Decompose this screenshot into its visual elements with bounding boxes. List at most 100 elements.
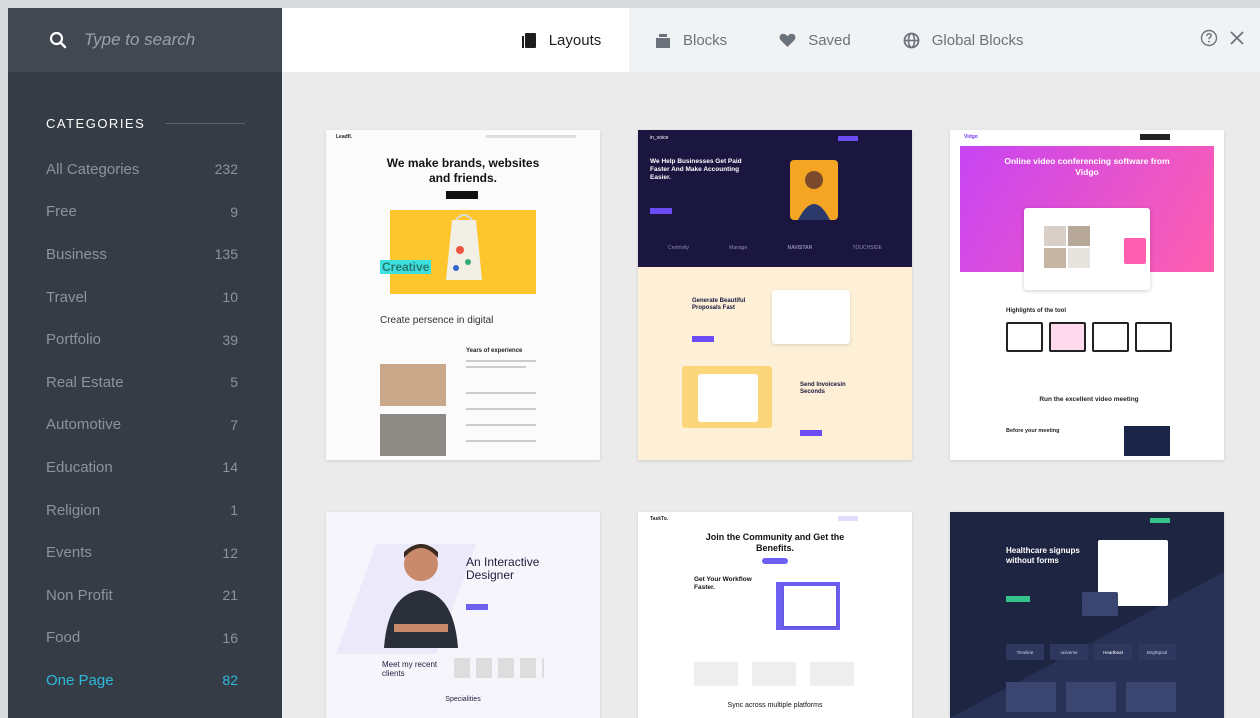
side-panel [1124, 238, 1146, 264]
nav-button [1140, 134, 1170, 140]
heart-icon [779, 33, 796, 48]
categories-title: CATEGORIES [46, 116, 146, 131]
tab-global-blocks-label: Global Blocks [931, 31, 1024, 49]
category-name: Travel [46, 288, 88, 306]
search-bar [8, 8, 282, 72]
cta-button-preview [466, 604, 488, 610]
category-name: Business [46, 245, 107, 263]
cta-button-preview [446, 191, 478, 199]
card-headline: Healthcare signups without forms [1006, 546, 1080, 565]
feature-2-button [800, 430, 822, 436]
layout-card-vidgo[interactable]: Vidgo Online video conferencing software… [950, 130, 1224, 460]
card-logo: Leadfl. [336, 134, 353, 140]
tab-layouts-label: Layouts [548, 31, 602, 49]
layout-card-healthcare[interactable]: Healthcare signups without forms Timelin… [950, 512, 1224, 718]
feature-1-button [692, 336, 714, 342]
team-photo-2 [380, 414, 446, 456]
categories-heading: CATEGORIES [46, 116, 246, 131]
category-count: 39 [222, 331, 238, 348]
category-item[interactable]: One Page 82 [8, 659, 282, 702]
video-tile [1044, 226, 1066, 246]
feature-icon [1006, 322, 1043, 352]
layout-card-invoice[interactable]: in_voice We Help Businesses Get Paid Fas… [638, 130, 912, 460]
workflow-heading: Get Your Workflow Faster. [694, 576, 752, 591]
category-list: All Categories 232 Free 9 Business 135 Travel 1… [8, 148, 282, 702]
search-input[interactable] [84, 30, 264, 50]
category-count: 16 [222, 629, 238, 646]
category-count: 9 [230, 203, 238, 220]
feature-icon [1135, 322, 1172, 352]
tab-blocks[interactable]: Blocks [629, 8, 754, 72]
divider [165, 123, 246, 124]
category-item[interactable]: Food 16 [8, 617, 282, 660]
workflow-mockup [784, 586, 836, 626]
feature-1-mockup [772, 290, 850, 344]
category-item[interactable]: Portfolio 39 [8, 318, 282, 361]
category-count: 5 [230, 374, 238, 391]
brand-touchside: TOUCHSIDE [852, 245, 882, 251]
hero-image [390, 210, 536, 294]
text-line [466, 408, 536, 410]
card-headline: An Interactive Designer [466, 555, 540, 582]
nav-button [838, 516, 858, 521]
category-count: 7 [230, 416, 238, 433]
tab-saved[interactable]: Saved [753, 8, 877, 72]
category-item[interactable]: Religion 1 [8, 489, 282, 532]
category-name: Real Estate [46, 373, 124, 391]
blocks-icon [655, 33, 671, 48]
tab-global-blocks[interactable]: Global Blocks [876, 8, 1050, 72]
video-tile [1068, 226, 1090, 246]
top-icons [1200, 8, 1246, 72]
testimonials [694, 662, 854, 686]
category-name: Portfolio [46, 331, 102, 349]
category-name: One Page [46, 671, 114, 689]
category-count: 21 [222, 587, 238, 604]
card-headline: Online video conferencing software from … [1004, 156, 1170, 177]
category-item[interactable]: Real Estate 5 [8, 361, 282, 404]
category-count: 10 [222, 289, 238, 306]
category-count: 135 [214, 246, 238, 263]
nav-lines [486, 135, 576, 138]
category-name: Education [46, 458, 113, 476]
feature-2-mockup [698, 374, 758, 422]
category-name: Events [46, 544, 92, 562]
brand-timeline: Timeline [1006, 644, 1044, 660]
specialities-heading: Specialities [445, 696, 481, 703]
layout-card-leadfl[interactable]: Leadfl. We make brands, websites and fri… [326, 130, 600, 460]
text-line [466, 366, 526, 368]
hero-photo [790, 160, 838, 220]
highlights-heading: Highlights of the tool [1006, 308, 1066, 314]
creative-label: Creative [380, 260, 432, 274]
tab-layouts[interactable]: Layouts [493, 8, 629, 72]
layout-card-designer[interactable]: An Interactive Designer Meet my recent c… [326, 512, 600, 718]
category-item[interactable]: Automotive 7 [8, 404, 282, 447]
top-bar: Layouts Blocks Saved Global Blocks [282, 8, 1260, 72]
layouts-grid: Leadfl. We make brands, websites and fri… [282, 72, 1260, 718]
brand-manage: Manage [729, 245, 748, 251]
category-item[interactable]: All Categories 232 [8, 148, 282, 191]
category-item[interactable]: Free 9 [8, 191, 282, 234]
category-item[interactable]: Business 135 [8, 233, 282, 276]
layout-card-taskto[interactable]: TaskTo. Join the Community and Get the B… [638, 512, 912, 718]
feature-icon [1092, 322, 1129, 352]
brand-centrivity: Centrivity [668, 245, 689, 251]
help-icon[interactable] [1200, 29, 1218, 52]
category-item[interactable]: Education 14 [8, 446, 282, 489]
category-item[interactable]: Events 12 [8, 531, 282, 574]
cta-button-preview [1006, 596, 1030, 602]
sync-heading: Sync across multiple platforms [727, 702, 823, 709]
feature-1-title: Generate Beautiful Proposals Fast [692, 298, 746, 311]
video-tile [1044, 248, 1066, 268]
nav-button [838, 136, 858, 141]
card-headline: We make brands, websites and friends. [386, 156, 540, 185]
brand-row: Timeline universe Heartbeat Brightpool [1006, 644, 1176, 660]
text-line [466, 392, 536, 394]
category-name: Automotive [46, 416, 122, 434]
category-item[interactable]: Travel 10 [8, 276, 282, 319]
nav-button [1150, 518, 1170, 523]
category-count: 12 [222, 544, 238, 561]
tab-saved-label: Saved [808, 31, 851, 49]
category-item[interactable]: Non Profit 21 [8, 574, 282, 617]
close-icon[interactable] [1228, 29, 1246, 52]
card-headline: We Help Businesses Get Paid Faster And M… [650, 158, 742, 181]
